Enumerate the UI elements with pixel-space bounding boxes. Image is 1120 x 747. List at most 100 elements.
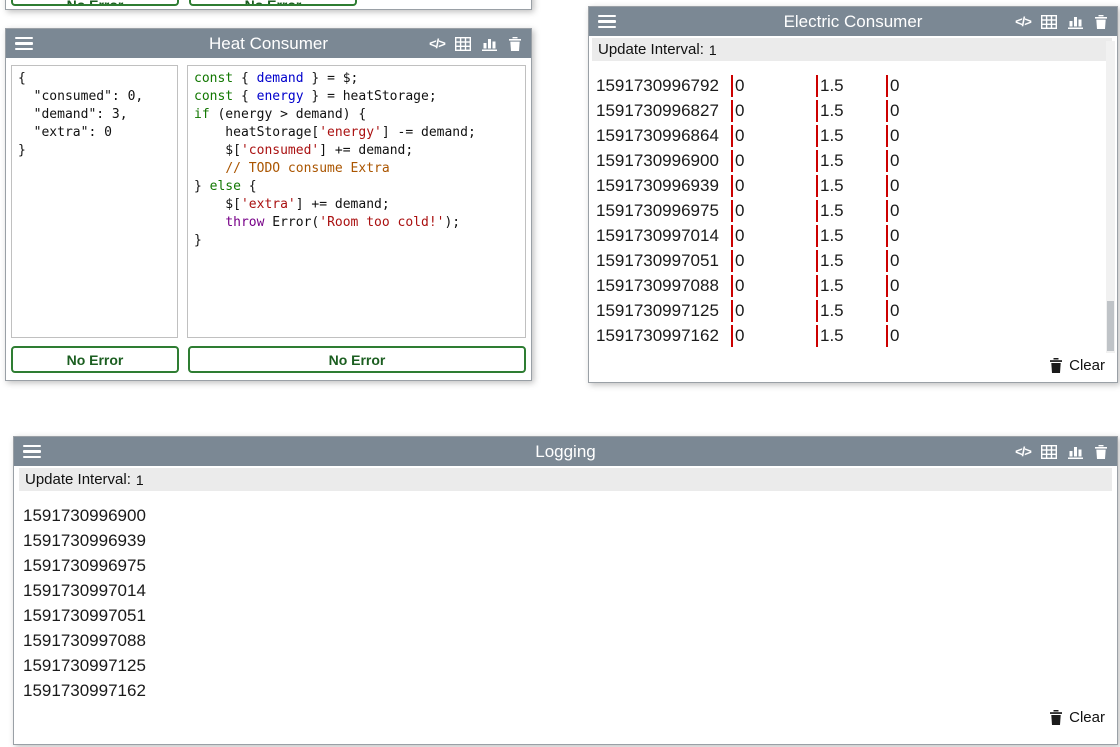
status-button[interactable]: No Error: [11, 0, 179, 6]
table-row: 159173099716201.50: [596, 323, 1099, 348]
table-cell: 1.5: [816, 150, 886, 172]
code-line: if (energy > demand) {: [194, 106, 519, 124]
table-cell: 0: [731, 125, 816, 147]
scrollbar-thumb[interactable]: [1107, 301, 1114, 351]
table-cell: 0: [886, 125, 1099, 147]
table-icon[interactable]: [1041, 14, 1057, 30]
log-entry: 1591730997125: [23, 653, 1099, 678]
log-entry: 1591730997051: [23, 603, 1099, 628]
table-row: 159173099712501.50: [596, 298, 1099, 323]
chart-icon[interactable]: [1067, 14, 1083, 30]
table-cell: 0: [886, 175, 1099, 197]
data-table: 159173099679201.50159173099682701.501591…: [596, 73, 1099, 348]
table-icon[interactable]: [455, 36, 471, 52]
table-cell: 0: [731, 300, 816, 322]
table-icon[interactable]: [1041, 444, 1057, 460]
table-cell: 1.5: [816, 325, 886, 347]
code-icon[interactable]: </>: [429, 36, 445, 52]
header-icons: </>: [1015, 437, 1109, 466]
table-cell: 0: [886, 100, 1099, 122]
cutoff-status-row: No Error No Error: [11, 0, 357, 6]
clear-label: Clear: [1069, 357, 1105, 374]
update-interval-label: Update Interval:: [598, 41, 704, 58]
header-icons: </>: [1015, 7, 1109, 36]
panel-electric-consumer: Electric Consumer </> Update Interval: 1…: [588, 6, 1118, 383]
table-cell: 0: [886, 250, 1099, 272]
update-interval-row: Update Interval: 1: [19, 468, 1112, 491]
table-row: 159173099686401.50: [596, 123, 1099, 148]
table-cell: 1.5: [816, 175, 886, 197]
table-cell: 1.5: [816, 75, 886, 97]
table-cell: 1591730996900: [596, 150, 731, 172]
table-cell: 0: [886, 325, 1099, 347]
status-button[interactable]: No Error: [189, 0, 357, 6]
state-json-editor[interactable]: { "consumed": 0, "demand": 3, "extra": 0…: [11, 65, 178, 338]
editors-area: { "consumed": 0, "demand": 3, "extra": 0…: [11, 65, 526, 338]
table-cell: 0: [886, 300, 1099, 322]
table-cell: 0: [731, 100, 816, 122]
table-cell: 0: [731, 275, 816, 297]
log-entry: 1591730996900: [23, 503, 1099, 528]
code-icon[interactable]: </>: [1015, 444, 1031, 460]
table-cell: 1.5: [816, 275, 886, 297]
chart-icon[interactable]: [1067, 444, 1083, 460]
table-cell: 1591730996792: [596, 75, 731, 97]
table-cell: 0: [731, 75, 816, 97]
table-cell: 0: [886, 200, 1099, 222]
menu-icon[interactable]: [598, 15, 616, 29]
table-row: 159173099708801.50: [596, 273, 1099, 298]
trash-icon[interactable]: [1093, 444, 1109, 460]
table-cell: 0: [886, 225, 1099, 247]
table-row: 159173099693901.50: [596, 173, 1099, 198]
status-button[interactable]: No Error: [188, 346, 526, 373]
table-cell: 1.5: [816, 250, 886, 272]
status-button[interactable]: No Error: [11, 346, 179, 373]
update-interval-input[interactable]: 1: [136, 472, 1106, 488]
log-entry: 1591730997088: [23, 628, 1099, 653]
table-cell: 1591730997014: [596, 225, 731, 247]
table-cell: 0: [731, 325, 816, 347]
clear-button[interactable]: Clear: [1048, 357, 1105, 374]
table-cell: 0: [731, 200, 816, 222]
table-row: 159173099701401.50: [596, 223, 1099, 248]
table-cell: 1591730996939: [596, 175, 731, 197]
code-editor[interactable]: const { demand } = $;const { energy } = …: [187, 65, 526, 338]
status-row: No Error No Error: [11, 346, 526, 373]
clear-label: Clear: [1069, 709, 1105, 726]
header-icons: </>: [429, 29, 523, 58]
table-cell: 1591730997088: [596, 275, 731, 297]
table-cell: 0: [886, 75, 1099, 97]
code-icon[interactable]: </>: [1015, 14, 1031, 30]
table-row: 159173099697501.50: [596, 198, 1099, 223]
log-entry: 1591730997162: [23, 678, 1099, 703]
log-list: 1591730996900159173099693915917309969751…: [23, 503, 1099, 703]
trash-icon[interactable]: [507, 36, 523, 52]
table-row: 159173099679201.50: [596, 73, 1099, 98]
log-entry: 1591730996939: [23, 528, 1099, 553]
scrollbar[interactable]: [1106, 41, 1115, 353]
update-interval-label: Update Interval:: [25, 471, 131, 488]
chart-icon[interactable]: [481, 36, 497, 52]
panel-title: Logging: [14, 442, 1117, 462]
menu-icon[interactable]: [15, 37, 33, 51]
table-cell: 1.5: [816, 200, 886, 222]
table-cell: 1.5: [816, 100, 886, 122]
trash-icon: [1048, 710, 1064, 726]
table-cell: 0: [731, 150, 816, 172]
trash-icon[interactable]: [1093, 14, 1109, 30]
code-line: const { energy } = heatStorage;: [194, 88, 519, 106]
code-line: } else {: [194, 178, 519, 196]
panel-heat-consumer: Heat Consumer </> { "consumed": 0, "dema…: [5, 28, 532, 381]
heat-consumer-header: Heat Consumer </>: [6, 29, 531, 58]
update-interval-input[interactable]: 1: [709, 42, 1106, 58]
table-cell: 1.5: [816, 125, 886, 147]
code-line: throw Error('Room too cold!');: [194, 214, 519, 232]
table-cell: 1591730997162: [596, 325, 731, 347]
table-cell: 0: [731, 175, 816, 197]
table-cell: 0: [731, 250, 816, 272]
table-row: 159173099682701.50: [596, 98, 1099, 123]
table-cell: 0: [731, 225, 816, 247]
menu-icon[interactable]: [23, 445, 41, 459]
clear-button[interactable]: Clear: [1048, 709, 1105, 726]
code-line: $['extra'] += demand;: [194, 196, 519, 214]
